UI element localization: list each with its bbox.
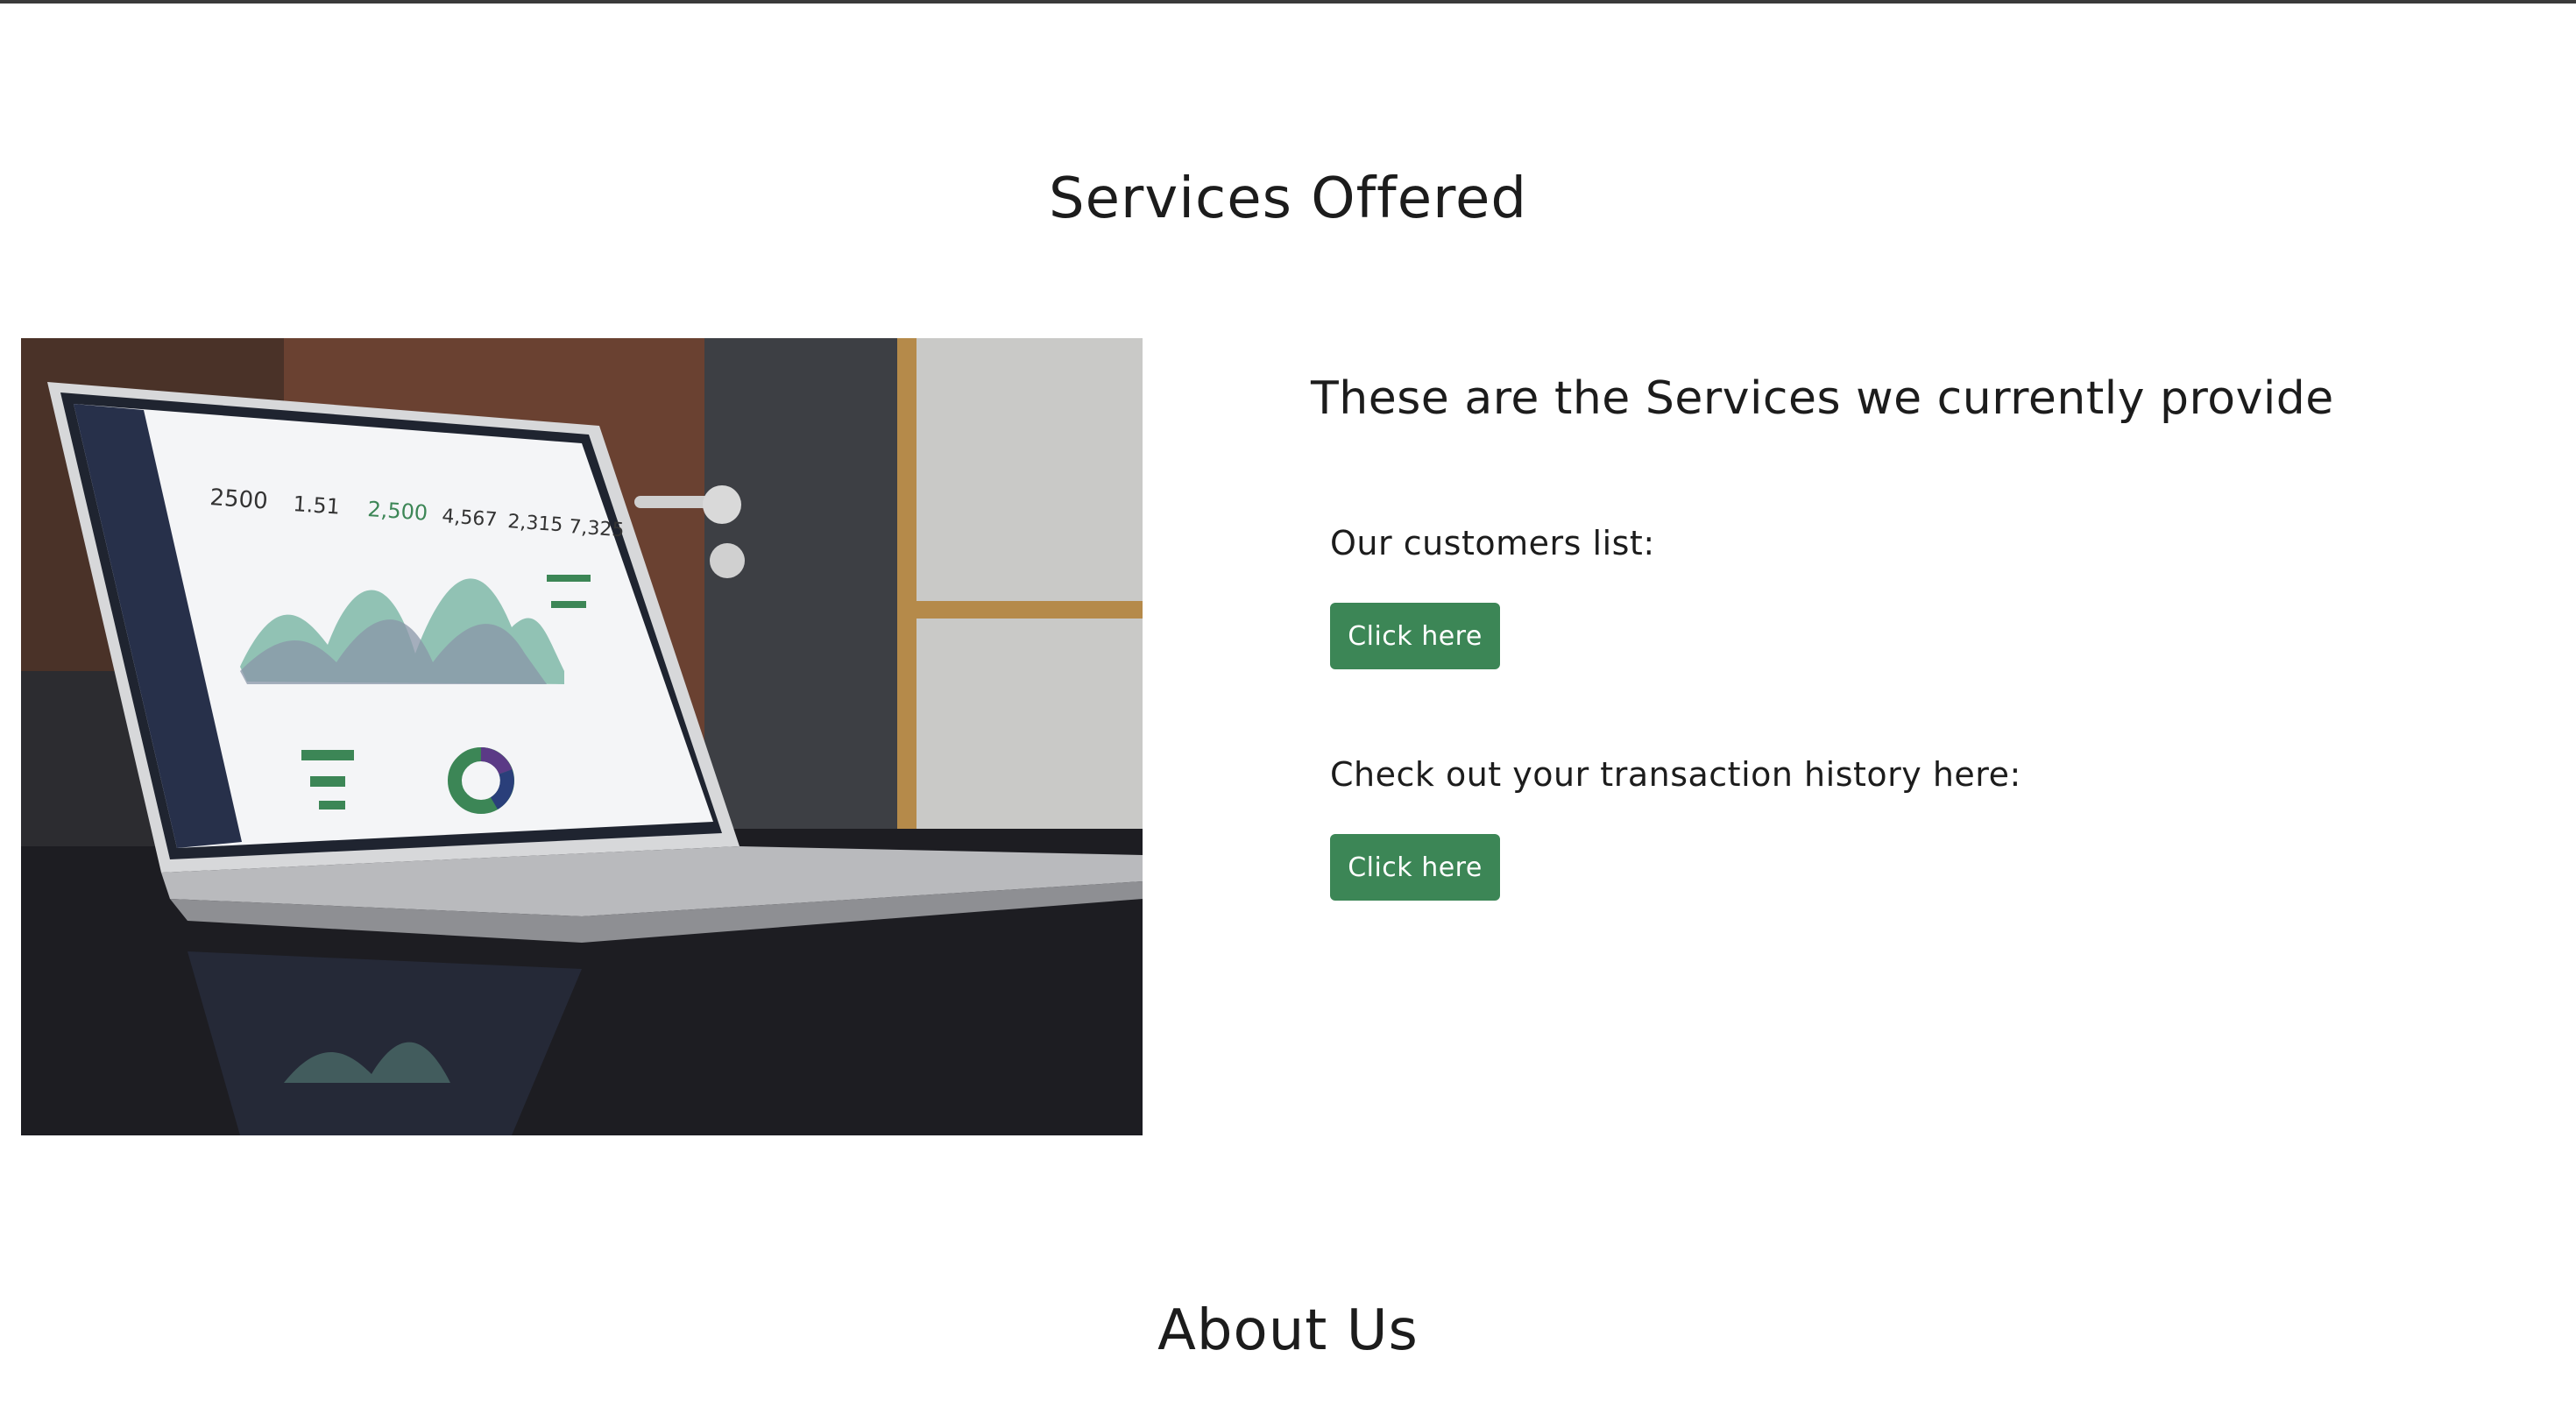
laptop-dashboard-photo: 2500 1.51 2,500 4,567 2,315 7,325 [21, 338, 1143, 1135]
svg-text:4,567: 4,567 [442, 505, 499, 531]
customers-list-label: Our customers list: [1330, 524, 1655, 562]
svg-text:2,315: 2,315 [507, 511, 564, 536]
about-section-title: About Us [1157, 1298, 1419, 1363]
svg-text:2,500: 2,500 [367, 497, 429, 526]
customers-list-button[interactable]: Click here [1330, 603, 1500, 669]
svg-text:1.51: 1.51 [293, 491, 341, 520]
top-divider [0, 0, 2576, 4]
svg-text:2500: 2500 [209, 484, 269, 515]
transaction-history-button[interactable]: Click here [1330, 834, 1500, 901]
svg-text:7,325: 7,325 [569, 516, 626, 541]
services-heading: These are the Services we currently prov… [1311, 372, 2334, 425]
transaction-history-label: Check out your transaction history here: [1330, 755, 2021, 794]
services-section-title: Services Offered [1049, 166, 1527, 231]
